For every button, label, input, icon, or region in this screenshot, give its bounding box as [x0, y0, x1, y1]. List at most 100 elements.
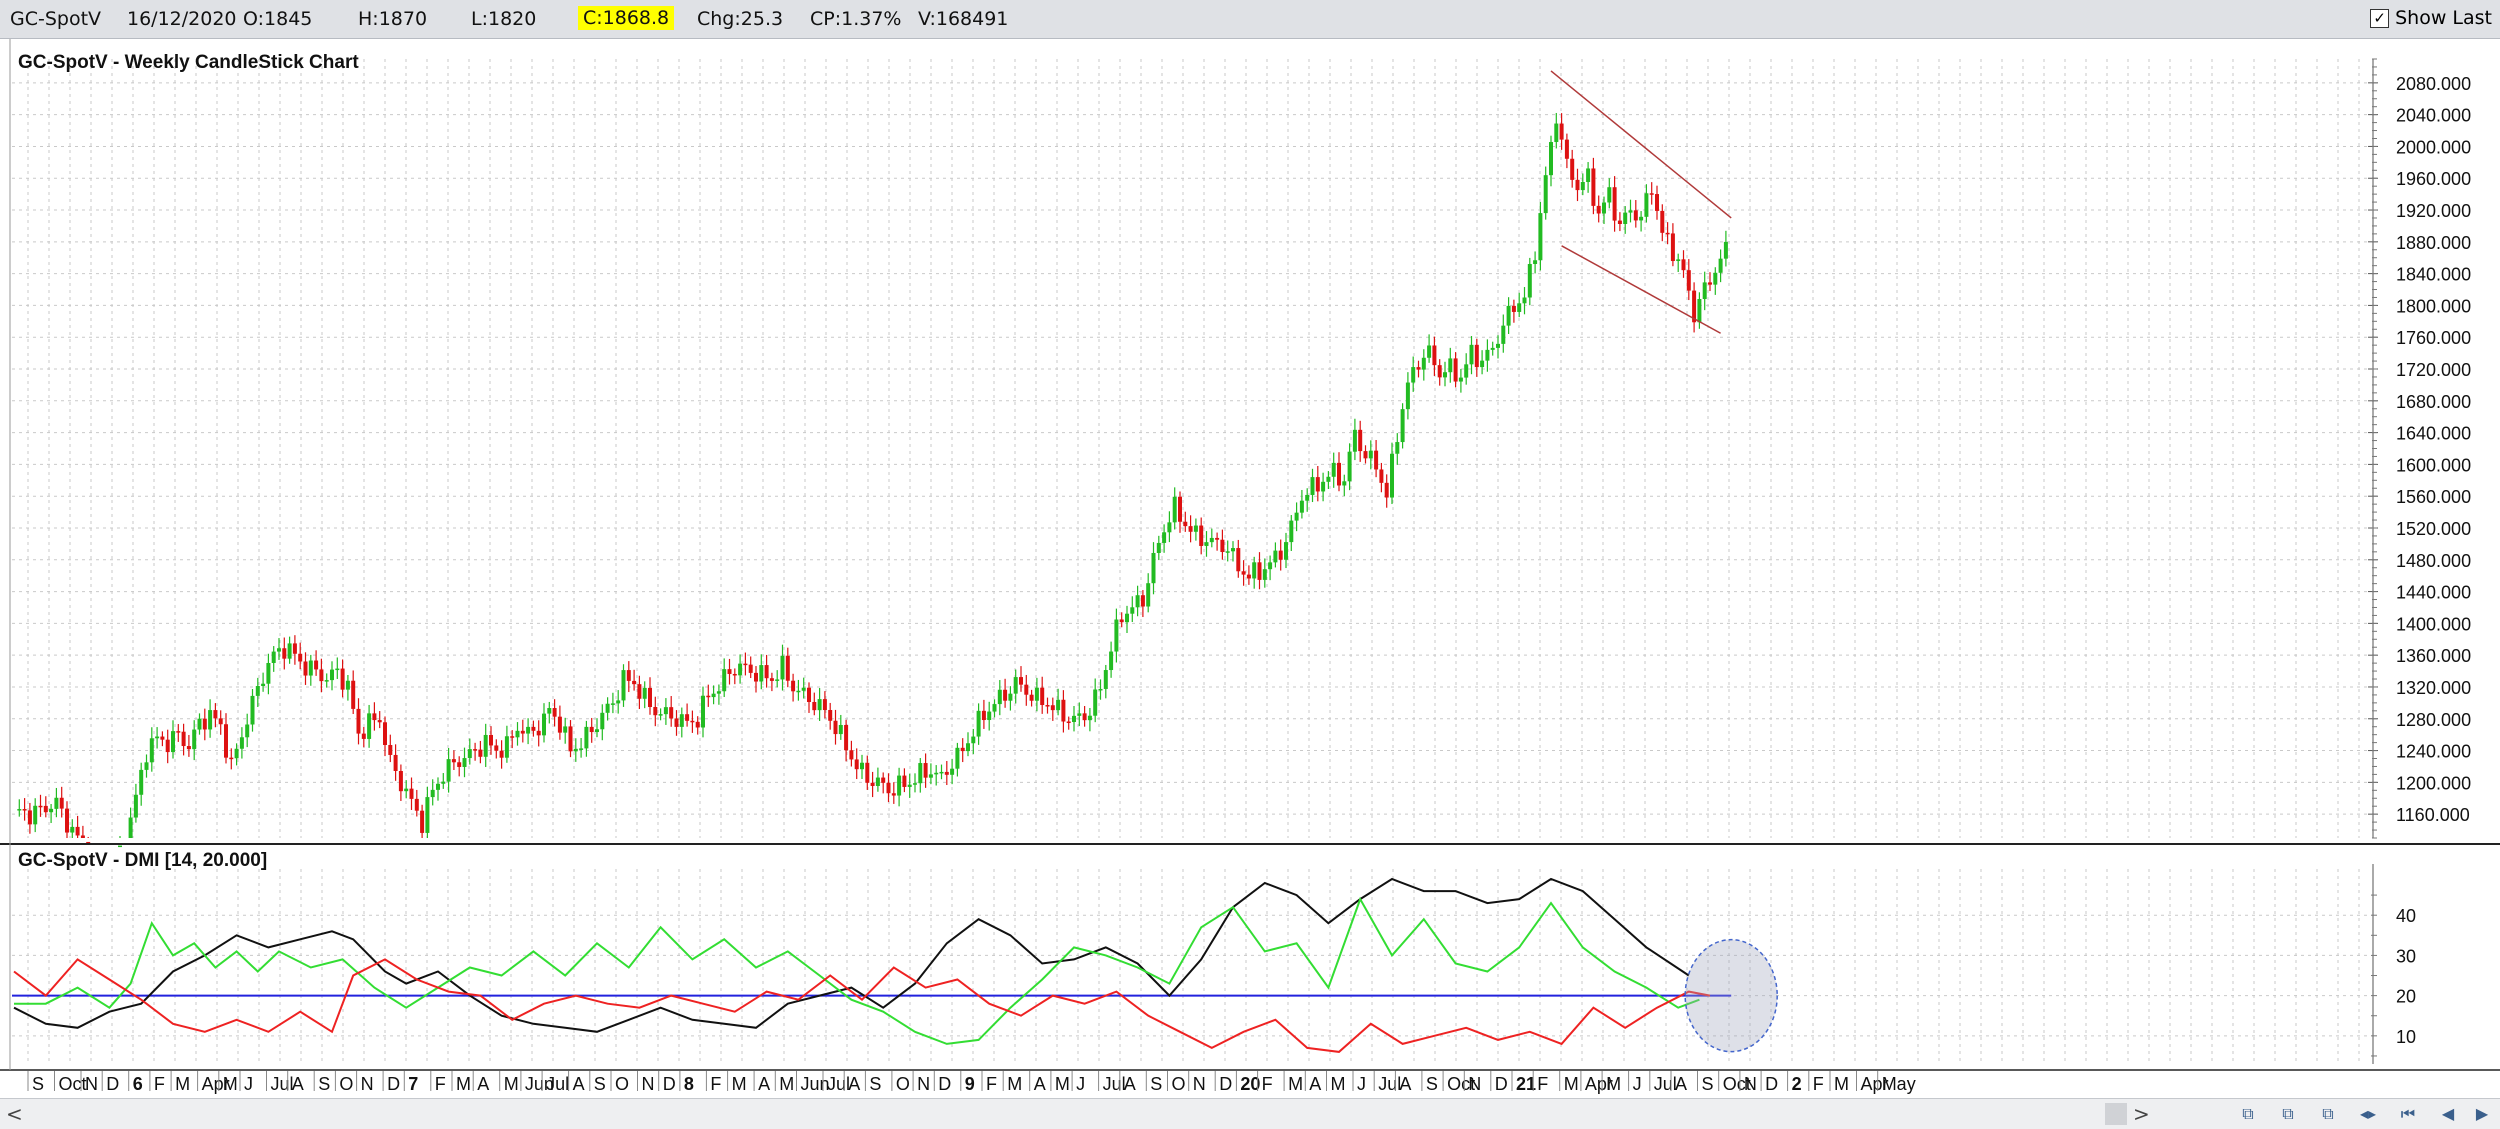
time-axis-label: M: [175, 1074, 190, 1094]
time-axis-label: N: [85, 1074, 98, 1094]
candle-body: [255, 686, 260, 696]
candle-body: [743, 663, 748, 666]
candle-body: [462, 758, 467, 767]
scroll-left-arrow[interactable]: <: [6, 1102, 23, 1126]
candle-body: [1273, 550, 1278, 563]
candle-body: [1268, 562, 1273, 570]
time-axis-label: S: [318, 1074, 330, 1094]
candle-body: [923, 763, 928, 778]
candle-body: [266, 662, 271, 684]
candle-body: [1109, 651, 1114, 671]
time-axis-label: Jul: [546, 1074, 569, 1094]
chart-canvas[interactable]: 1160.000 1200.000 1240.000 1280.000 1320.000…: [0, 39, 2500, 1098]
candle-body: [1506, 305, 1511, 326]
candle-body: [197, 718, 202, 730]
candle-body: [785, 655, 790, 681]
candle-body: [367, 713, 372, 739]
candle-body: [1114, 619, 1119, 652]
candle-body: [303, 661, 308, 676]
candle-body: [648, 687, 652, 708]
go-start-icon[interactable]: ⏮: [2396, 1104, 2420, 1124]
candle-body: [282, 648, 287, 659]
fit-width-icon[interactable]: ◂▸: [2356, 1104, 2380, 1124]
candle-body: [1342, 481, 1347, 486]
candle-body: [1029, 694, 1034, 701]
time-axis-label: A: [1309, 1074, 1321, 1094]
price-tick-label: 1720.000: [2396, 360, 2471, 380]
candle-body: [1538, 213, 1543, 261]
horizontal-scrollbar[interactable]: < > ⧉ ⧉ ⧉ ◂▸ ⏮ ◀ ▶: [0, 1098, 2500, 1129]
candle-body: [568, 726, 573, 752]
candle-body: [589, 726, 594, 733]
time-axis-label: Jul: [827, 1074, 850, 1094]
candle-body: [1586, 168, 1591, 183]
time-axis-label: M: [1055, 1074, 1070, 1094]
candle-body: [950, 768, 955, 775]
time-axis-label: M: [1331, 1074, 1346, 1094]
step-forward-icon[interactable]: ▶: [2470, 1104, 2494, 1124]
candle-body: [1612, 187, 1617, 221]
candle-body: [314, 660, 319, 670]
candle-body: [1347, 451, 1352, 482]
candle-body: [1066, 721, 1071, 724]
time-axis-label: M: [1288, 1074, 1303, 1094]
candle-body: [1533, 260, 1538, 264]
candle-body: [1559, 123, 1564, 140]
candle-body: [1162, 532, 1167, 543]
candle-body: [351, 680, 356, 709]
candle-body: [340, 668, 345, 690]
price-tick-label: 1440.000: [2396, 583, 2471, 603]
candle-body: [1220, 539, 1225, 552]
volume-label: V:168491: [918, 8, 1009, 30]
candle-body: [441, 781, 446, 784]
scroll-thumb[interactable]: [2105, 1103, 2127, 1125]
candle-body: [706, 695, 711, 698]
show-last-checkbox[interactable]: ✓: [2370, 8, 2390, 28]
price-tick-label: 1160.000: [2396, 805, 2470, 825]
candle-body: [1305, 494, 1310, 501]
scroll-right-arrow[interactable]: >: [2133, 1102, 2150, 1126]
candle-body: [754, 672, 758, 682]
zoom-in-icon[interactable]: ⧉: [2236, 1104, 2260, 1124]
time-axis-label: A: [1124, 1074, 1136, 1094]
time-axis-label: S: [1702, 1074, 1714, 1094]
candle-body: [499, 750, 504, 758]
candle-body: [250, 695, 255, 725]
time-axis-label: Jun: [801, 1074, 830, 1094]
candle-body: [563, 726, 568, 733]
time-axis-label: A: [1034, 1074, 1046, 1094]
time-axis-label: O: [339, 1074, 353, 1094]
time-axis-label: May: [1882, 1074, 1916, 1094]
candle-body: [1156, 542, 1161, 553]
candle-body: [118, 845, 122, 848]
time-axis-label: 9: [965, 1074, 975, 1094]
time-axis-label: M: [779, 1074, 794, 1094]
dmi-tick-label: 30: [2396, 946, 2416, 966]
candle-body: [987, 711, 992, 721]
candle-body: [1427, 345, 1432, 358]
candle-body: [1278, 550, 1283, 560]
candle-body: [1527, 263, 1532, 298]
candle-body: [398, 770, 403, 792]
step-back-icon[interactable]: ◀: [2436, 1104, 2460, 1124]
candle-body: [992, 704, 997, 712]
zoom-reset-icon[interactable]: ⧉: [2316, 1104, 2340, 1124]
candle-body: [1644, 193, 1649, 217]
candle-body: [1257, 562, 1262, 580]
zoom-out-icon[interactable]: ⧉: [2276, 1104, 2300, 1124]
candle-body: [510, 736, 515, 738]
time-axis-label: F: [1262, 1074, 1273, 1094]
candle-body: [1374, 450, 1379, 470]
time-axis-label: S: [869, 1074, 881, 1094]
candle-body: [43, 805, 48, 813]
time-axis-label: Jul: [1103, 1074, 1126, 1094]
candle-body: [748, 664, 753, 673]
candle-body: [1072, 715, 1076, 722]
dmi-tick-label: 20: [2396, 987, 2416, 1007]
candle-body: [1480, 360, 1485, 368]
candle-body: [531, 726, 536, 731]
candle-body: [49, 808, 54, 813]
show-last-toggle[interactable]: ✓ Show Last: [2370, 7, 2492, 29]
candle-body: [457, 762, 462, 767]
candle-body: [796, 690, 801, 693]
